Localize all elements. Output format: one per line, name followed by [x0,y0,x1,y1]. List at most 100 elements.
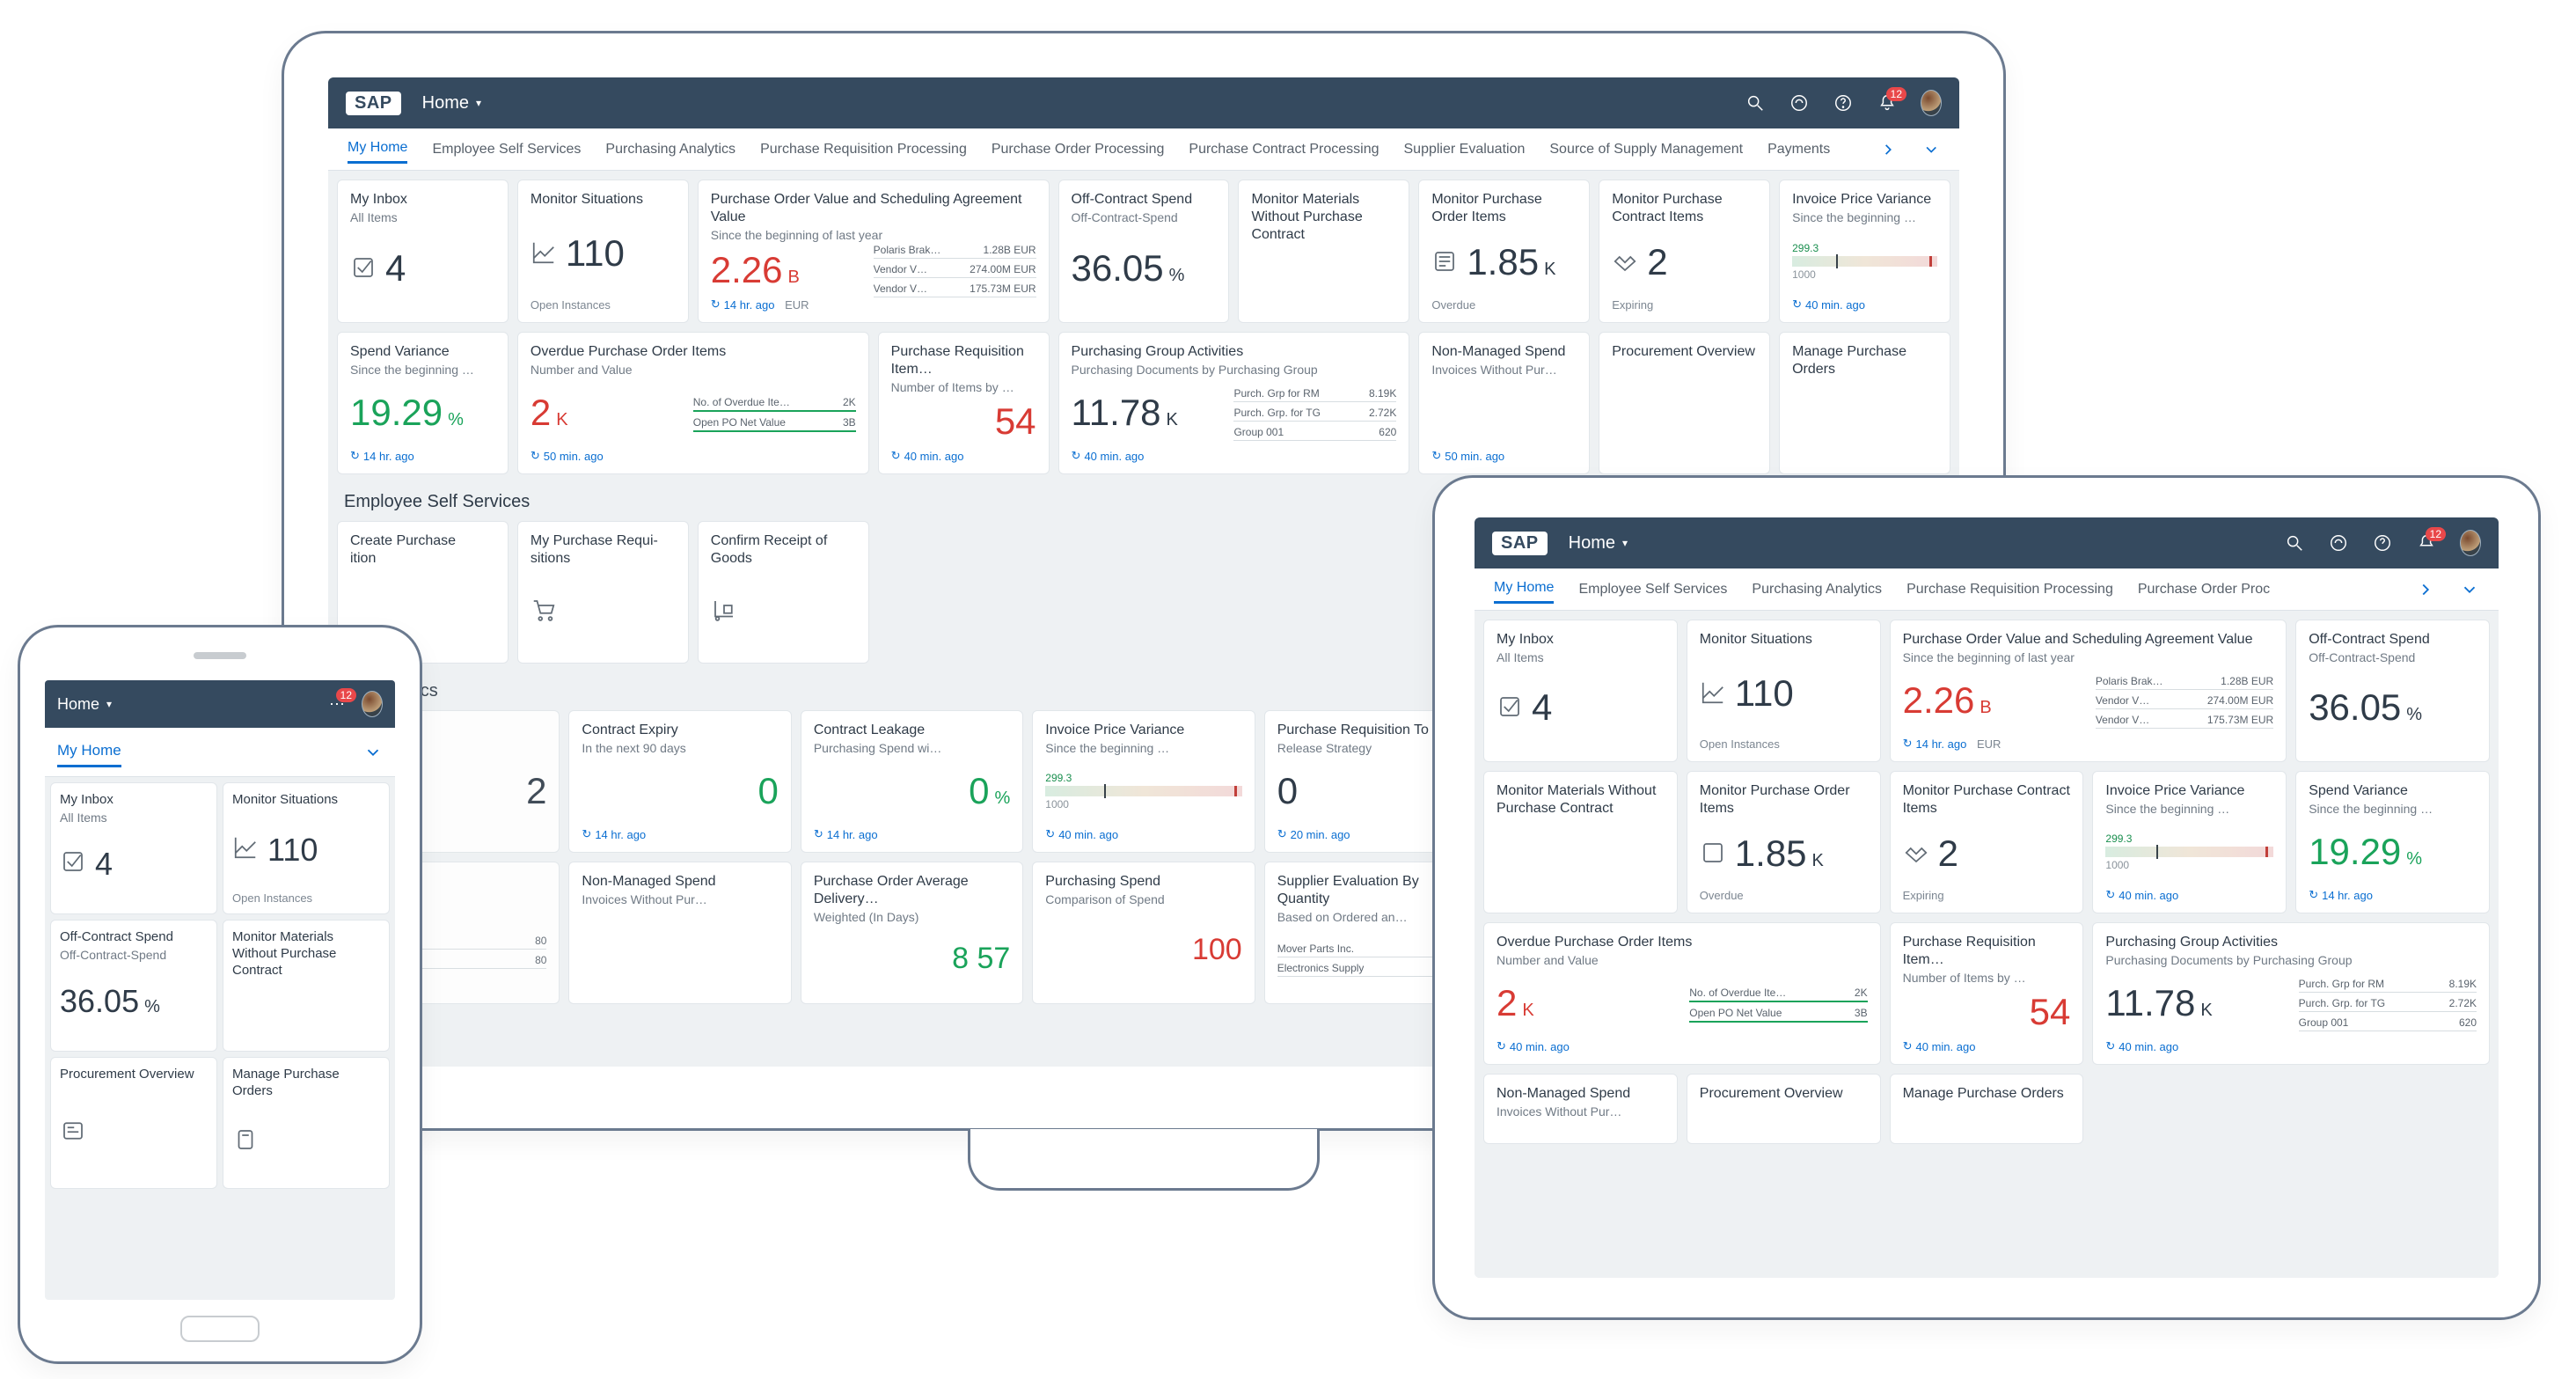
search-icon[interactable] [2284,532,2305,554]
tile-purchase-requisition-items[interactable]: Purchase Requisition Item… Number of Ite… [1890,922,2084,1065]
tile-pa2-nonmanaged[interactable]: Non-Managed Spend Invoices Without Pur… [568,862,791,1004]
tab-purchasing-analytics[interactable]: Purchasing Analytics [1752,582,1882,598]
refresh-link[interactable]: ↻ 14 hr. ago [350,449,414,463]
tile-monitor-situations[interactable]: Monitor Situations 110 Open Instances [517,180,689,323]
refresh-link[interactable]: ↻ 40 min. ago [1045,827,1118,841]
refresh-link[interactable]: ↻ 50 min. ago [531,449,604,463]
tile-procurement-overview[interactable]: Procurement Overview [50,1057,217,1189]
tile-pa-leakage[interactable]: Contract Leakage Purchasing Spend wi… 0%… [801,710,1023,853]
refresh-link[interactable]: ↻ 20 min. ago [1277,827,1350,841]
tab-pc-processing[interactable]: Purchase Contract Processing [1189,142,1379,158]
tab-my-home[interactable]: My Home [1494,580,1554,604]
tab-my-home[interactable]: My Home [348,140,407,164]
avatar[interactable] [362,693,383,715]
help-icon[interactable] [1833,92,1854,114]
refresh-link[interactable]: ↻ 40 min. ago [1903,1039,1976,1053]
page-title-dropdown[interactable]: Home▾ [57,695,112,714]
tile-off-contract-spend[interactable]: Off-Contract Spend Off-Contract-Spend 36… [1058,180,1230,323]
tile-monitor-po-items[interactable]: Monitor Purchase Order Items 1.85 K Over… [1418,180,1590,323]
tile-manage-purchase-orders[interactable]: Manage Purchase Orders [1779,332,1950,474]
tile-manage-purchase-orders[interactable]: Manage Purchase Orders [223,1057,390,1189]
tile-materials-no-contract[interactable]: Monitor Materials Without Purchase Contr… [1483,771,1678,913]
refresh-link[interactable]: ↻ 40 min. ago [2105,1039,2178,1053]
tab-pr-processing[interactable]: Purchase Requisition Processing [760,142,967,158]
tab-ess[interactable]: Employee Self Services [1578,582,1727,598]
tile-non-managed-spend[interactable]: Non-Managed Spend Invoices Without Pur… … [1418,332,1590,474]
tab-purchasing-analytics[interactable]: Purchasing Analytics [605,142,735,158]
notifications-icon[interactable]: 12 [2416,532,2437,554]
tab-ess[interactable]: Employee Self Services [432,142,581,158]
tab-my-home[interactable]: My Home [57,742,121,767]
tabs-dropdown-icon[interactable] [2460,580,2479,599]
tab-payments[interactable]: Payments [1767,142,1830,158]
tab-source-supply[interactable]: Source of Supply Management [1549,142,1743,158]
tile-pa-ipv[interactable]: Invoice Price Variance Since the beginni… [1032,710,1255,853]
notifications-icon[interactable]: 12 [1877,92,1898,114]
refresh-link[interactable]: ↻ 40 min. ago [1792,297,1865,312]
tabs-overflow-right-icon[interactable] [2416,580,2435,599]
tabs-overflow-right-icon[interactable] [1879,140,1897,159]
handshake-icon [1903,840,1929,866]
search-icon[interactable] [1745,92,1766,114]
tile-pa2-avgdeliv[interactable]: Purchase Order Average Delivery… Weighte… [801,862,1023,1004]
refresh-link[interactable]: ↻ 14 hr. ago [814,827,878,841]
tab-pr-processing[interactable]: Purchase Requisition Processing [1906,582,2113,598]
tile-off-contract-spend[interactable]: Off-Contract Spend Off-Contract-Spend 36… [50,920,217,1052]
tile-my-inbox[interactable]: My Inbox All Items 4 [1483,620,1678,762]
tile-confirm-receipt[interactable]: Confirm Receipt of Goods [698,521,869,664]
tile-pa2-pspend[interactable]: Purchasing Spend Comparison of Spend 100 [1032,862,1255,1004]
tile-invoice-price-variance[interactable]: Invoice Price Variance Since the beginni… [2092,771,2287,913]
tile-materials-no-contract[interactable]: Monitor Materials Without Purchase Contr… [223,920,390,1052]
tile-my-inbox[interactable]: My Inbox All Items 4 [337,180,509,323]
tile-materials-no-contract[interactable]: Monitor Materials Without Purchase Contr… [1238,180,1409,323]
tabs-dropdown-icon[interactable] [1922,140,1940,159]
refresh-link[interactable]: ↻ 40 min. ago [2105,888,2178,902]
avatar[interactable] [2460,532,2481,554]
tile-overdue-po-items[interactable]: Overdue Purchase Order Items Number and … [1483,922,1881,1065]
tab-supplier-evaluation[interactable]: Supplier Evaluation [1404,142,1526,158]
tile-my-inbox[interactable]: My Inbox All Items 4 [50,782,217,914]
tile-monitor-pc-items[interactable]: Monitor Purchase Contract Items 2 Expiri… [1599,180,1770,323]
avatar[interactable] [1921,92,1942,114]
notification-badge: 12 [1886,87,1906,101]
tile-monitor-situations[interactable]: Monitor Situations 110 Open Instances [223,782,390,914]
tile-po-value[interactable]: Purchase Order Value and Scheduling Agre… [698,180,1050,323]
refresh-link[interactable]: ↻ 40 min. ago [1497,1039,1570,1053]
tile-pa-expiry[interactable]: Contract Expiry In the next 90 days 0 ↻ … [568,710,791,853]
page-title-dropdown[interactable]: Home▾ [1569,533,1628,554]
tile-purchasing-group-activities[interactable]: Purchasing Group Activities Purchasing D… [2092,922,2490,1065]
refresh-link[interactable]: ↻ 14 hr. ago [2309,888,2373,902]
tile-non-managed-spend[interactable]: Non-Managed Spend Invoices Without Pur… [1483,1074,1678,1144]
refresh-link[interactable]: ↻ 14 hr. ago [1903,737,1967,751]
tile-purchasing-group-activities[interactable]: Purchasing Group Activities Purchasing D… [1058,332,1410,474]
tile-po-value[interactable]: Purchase Order Value and Scheduling Agre… [1890,620,2287,762]
tabs-dropdown-icon[interactable] [363,743,383,762]
tile-my-prs[interactable]: My Purchase Requi- sitions [517,521,689,664]
refresh-link[interactable]: ↻ 14 hr. ago [711,297,775,312]
refresh-link[interactable]: ↻ 14 hr. ago [582,827,646,841]
refresh-link[interactable]: ↻ 40 min. ago [1072,449,1145,463]
help-icon[interactable] [2372,532,2393,554]
sap-logo: SAP [1492,532,1548,555]
refresh-link[interactable]: ↻ 50 min. ago [1431,449,1504,463]
page-title-dropdown[interactable]: Home ▾ [422,93,481,114]
tile-monitor-pc-items[interactable]: Monitor Purchase Contract Items 2 Expiri… [1890,771,2084,913]
copilot-icon[interactable] [2328,532,2349,554]
tile-monitor-situations[interactable]: Monitor Situations 110 Open Instances [1687,620,1881,762]
refresh-link[interactable]: ↻ 40 min. ago [891,449,964,463]
notifications-icon[interactable]: 12 ⋯ [326,693,348,715]
tile-invoice-price-variance[interactable]: Invoice Price Variance Since the beginni… [1779,180,1950,323]
tile-monitor-po-items[interactable]: Monitor Purchase Order Items 1.85K Overd… [1687,771,1881,913]
tile-manage-purchase-orders[interactable]: Manage Purchase Orders [1890,1074,2084,1144]
copilot-icon[interactable] [1789,92,1810,114]
tile-procurement-overview[interactable]: Procurement Overview [1687,1074,1881,1144]
tile-procurement-overview[interactable]: Procurement Overview [1599,332,1770,474]
tile-spend-variance[interactable]: Spend Variance Since the beginning … 19.… [337,332,509,474]
tile-off-contract-spend[interactable]: Off-Contract Spend Off-Contract-Spend 36… [2295,620,2490,762]
tile-overdue-po-items[interactable]: Overdue Purchase Order Items Number and … [517,332,869,474]
tab-po-processing[interactable]: Purchase Order Processing [992,142,1165,158]
tab-po-processing[interactable]: Purchase Order Proc [2138,582,2270,598]
tile-spend-variance[interactable]: Spend Variance Since the beginning … 19.… [2295,771,2490,913]
tile-purchase-requisition-items[interactable]: Purchase Requisition Item… Number of Ite… [878,332,1050,474]
tile-title: My Purchase Requi- sitions [531,532,676,568]
